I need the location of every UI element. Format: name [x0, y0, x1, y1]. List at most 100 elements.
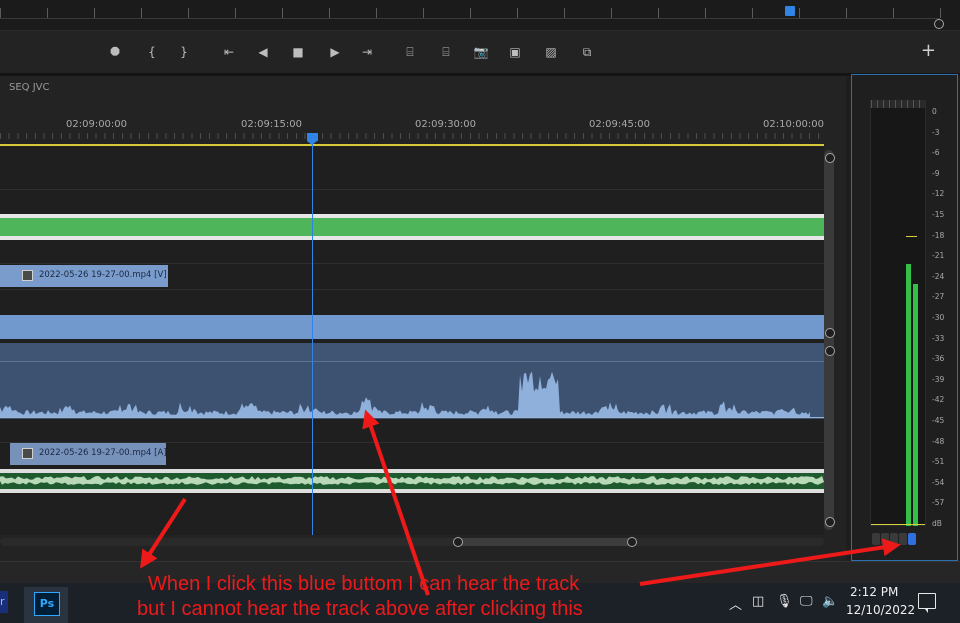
playhead-line[interactable]	[312, 141, 313, 535]
db-scale-label: -6	[932, 148, 940, 158]
insert-button[interactable]: ▣	[506, 43, 524, 61]
solo-button-right-2[interactable]	[899, 533, 907, 545]
annotation-line-2: but I cannot hear the track above after …	[137, 598, 583, 620]
step-forward-button[interactable]: ▶	[326, 43, 344, 61]
waveform-shape	[0, 371, 810, 417]
network-icon[interactable]: 🖵	[800, 594, 813, 609]
solo-button-active[interactable]	[908, 533, 916, 545]
add-marker-button[interactable]: ⯃	[106, 43, 124, 61]
mark-out-icon: }	[180, 45, 188, 59]
chevron-up-icon[interactable]: ︿	[729, 594, 742, 613]
clock-time[interactable]: 2:12 PM	[850, 585, 898, 599]
microphone-icon[interactable]: 🎙	[776, 594, 793, 609]
button-editor-add-button[interactable]: +	[921, 41, 936, 61]
audio-volume-line[interactable]	[0, 417, 824, 418]
db-scale-label: -39	[932, 374, 945, 384]
fx-badge-icon	[22, 270, 33, 281]
db-scale-label: -15	[932, 210, 945, 219]
extract-icon: ⌸	[442, 45, 450, 59]
extract-button[interactable]: ⌸	[437, 43, 455, 61]
music-waveform	[0, 476, 824, 485]
db-scale-label: dB	[932, 519, 942, 528]
scrollbar-handle[interactable]	[825, 517, 835, 527]
scrub-bar-zoom-handle[interactable]	[934, 19, 944, 29]
db-scale-label: -21	[932, 251, 945, 261]
scrub-bar-track	[0, 18, 940, 19]
step-forward-icon: ▶	[330, 45, 340, 59]
peak-indicator	[906, 236, 917, 237]
track-divider	[0, 263, 824, 264]
db-scale-label: -48	[932, 436, 945, 446]
audio-clip-name: 2022-05-26 19-27-00.mp4 [A]	[39, 448, 167, 458]
work-area-bar[interactable]	[0, 144, 824, 146]
solo-button-left[interactable]	[872, 533, 880, 545]
db-scale-label: -18	[932, 230, 945, 240]
step-back-icon: ◀	[258, 45, 268, 59]
go-to-in-icon: ⇤	[223, 45, 235, 59]
timeline-playhead[interactable]	[307, 133, 318, 145]
db-scale-label: -30	[932, 313, 945, 322]
scrollbar-handle[interactable]	[825, 328, 835, 338]
db-scale-label: -12	[932, 189, 945, 199]
timecode-label: 02:09:15:00	[241, 119, 303, 130]
step-back-button[interactable]: ◀	[254, 43, 272, 61]
zoom-handle-right[interactable]	[627, 537, 637, 547]
export-frame-button[interactable]: 📷	[472, 43, 490, 61]
horizontal-scroll-thumb[interactable]	[458, 538, 632, 546]
db-scale-label: -42	[932, 395, 945, 405]
horizontal-scrollbar[interactable]	[0, 538, 824, 546]
premiere-taskbar-icon[interactable]: r	[0, 591, 8, 613]
mark-in-button[interactable]: {	[143, 43, 161, 61]
timecode-label: 02:09:00:00	[66, 119, 128, 130]
go-to-out-button[interactable]: ⇥	[358, 43, 376, 61]
meter-header	[871, 100, 925, 108]
photoshop-icon[interactable]: Ps	[34, 592, 60, 616]
scrollbar-handle[interactable]	[825, 346, 835, 356]
db-scale-label: -3	[932, 127, 940, 137]
db-scale-label: -36	[932, 354, 945, 364]
fx-badge-icon	[22, 448, 33, 459]
volume-icon[interactable]: 🔈	[822, 594, 838, 609]
track-divider	[0, 289, 824, 290]
mark-out-button[interactable]: }	[175, 43, 193, 61]
scrub-bar-ticks	[0, 8, 960, 18]
music-waveform-shape	[0, 476, 824, 485]
meter-level-left	[906, 264, 911, 526]
webcam-icon[interactable]: ◫	[752, 594, 764, 609]
program-monitor-scrub-bar[interactable]	[0, 0, 960, 31]
solo-button-left-2[interactable]	[881, 533, 889, 545]
marker-icon: ⯃	[110, 45, 120, 59]
video-clip[interactable]: 2022-05-26 19-27-00.mp4 [V]	[0, 265, 168, 287]
go-to-out-icon: ⇥	[361, 45, 373, 59]
audio-waveform	[0, 371, 810, 417]
camera-icon: 📷	[473, 45, 489, 59]
db-scale-label: -9	[932, 168, 940, 178]
notification-icon[interactable]	[918, 593, 936, 613]
audio-clip[interactable]: 2022-05-26 19-27-00.mp4 [A]	[10, 443, 167, 465]
compare-button[interactable]: ⧉	[578, 43, 596, 61]
overwrite-button[interactable]: ▨	[542, 43, 560, 61]
db-scale-label: -57	[932, 498, 945, 508]
db-scale-label: -24	[932, 271, 945, 281]
stop-button[interactable]: ■	[289, 43, 307, 61]
clock-date[interactable]: 12/10/2022	[846, 603, 915, 617]
go-to-in-button[interactable]: ⇤	[220, 43, 238, 61]
meter-floor-line	[871, 524, 925, 525]
video-clip-extended[interactable]	[0, 315, 824, 339]
overwrite-icon: ▨	[545, 45, 557, 59]
scrollbar-handle[interactable]	[825, 153, 835, 163]
lift-icon: ⌸	[406, 45, 414, 59]
solo-button-right[interactable]	[890, 533, 898, 545]
sequence-tab[interactable]: SEQ JVC	[9, 82, 50, 93]
adjustment-layer-clip[interactable]	[0, 214, 824, 240]
db-scale-label: -45	[932, 416, 945, 425]
lift-button[interactable]: ⌸	[401, 43, 419, 61]
vertical-scrollbar[interactable]	[824, 150, 834, 530]
program-playhead[interactable]	[785, 6, 795, 16]
compare-icon: ⧉	[582, 45, 592, 59]
db-scale-label: -33	[932, 333, 945, 343]
db-scale-label: -51	[932, 457, 945, 467]
adjustment-layer-fill	[0, 218, 824, 236]
zoom-handle-left[interactable]	[453, 537, 463, 547]
time-ruler[interactable]	[0, 133, 824, 139]
